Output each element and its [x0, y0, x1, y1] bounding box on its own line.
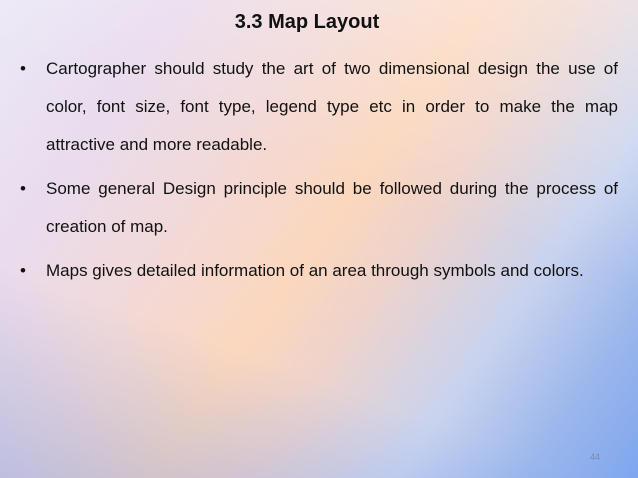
bullet-list: • Cartographer should study the art of t… [18, 50, 618, 296]
bullet-dot-icon: • [20, 59, 26, 78]
bullet-text: Maps gives detailed information of an ar… [46, 261, 584, 280]
slide: 3.3 Map Layout • Cartographer should stu… [0, 0, 638, 478]
slide-title: 3.3 Map Layout [234, 11, 380, 33]
bullet-text: Cartographer should study the art of two… [46, 59, 618, 154]
page-number: 44 [589, 452, 600, 462]
bullet-item: • Some general Design principle should b… [18, 170, 618, 246]
bullet-dot-icon: • [20, 179, 26, 198]
bullet-text: Some general Design principle should be … [46, 179, 618, 236]
bullet-item: • Maps gives detailed information of an … [18, 252, 618, 290]
bullet-item: • Cartographer should study the art of t… [18, 50, 618, 164]
bullet-dot-icon: • [20, 261, 26, 280]
